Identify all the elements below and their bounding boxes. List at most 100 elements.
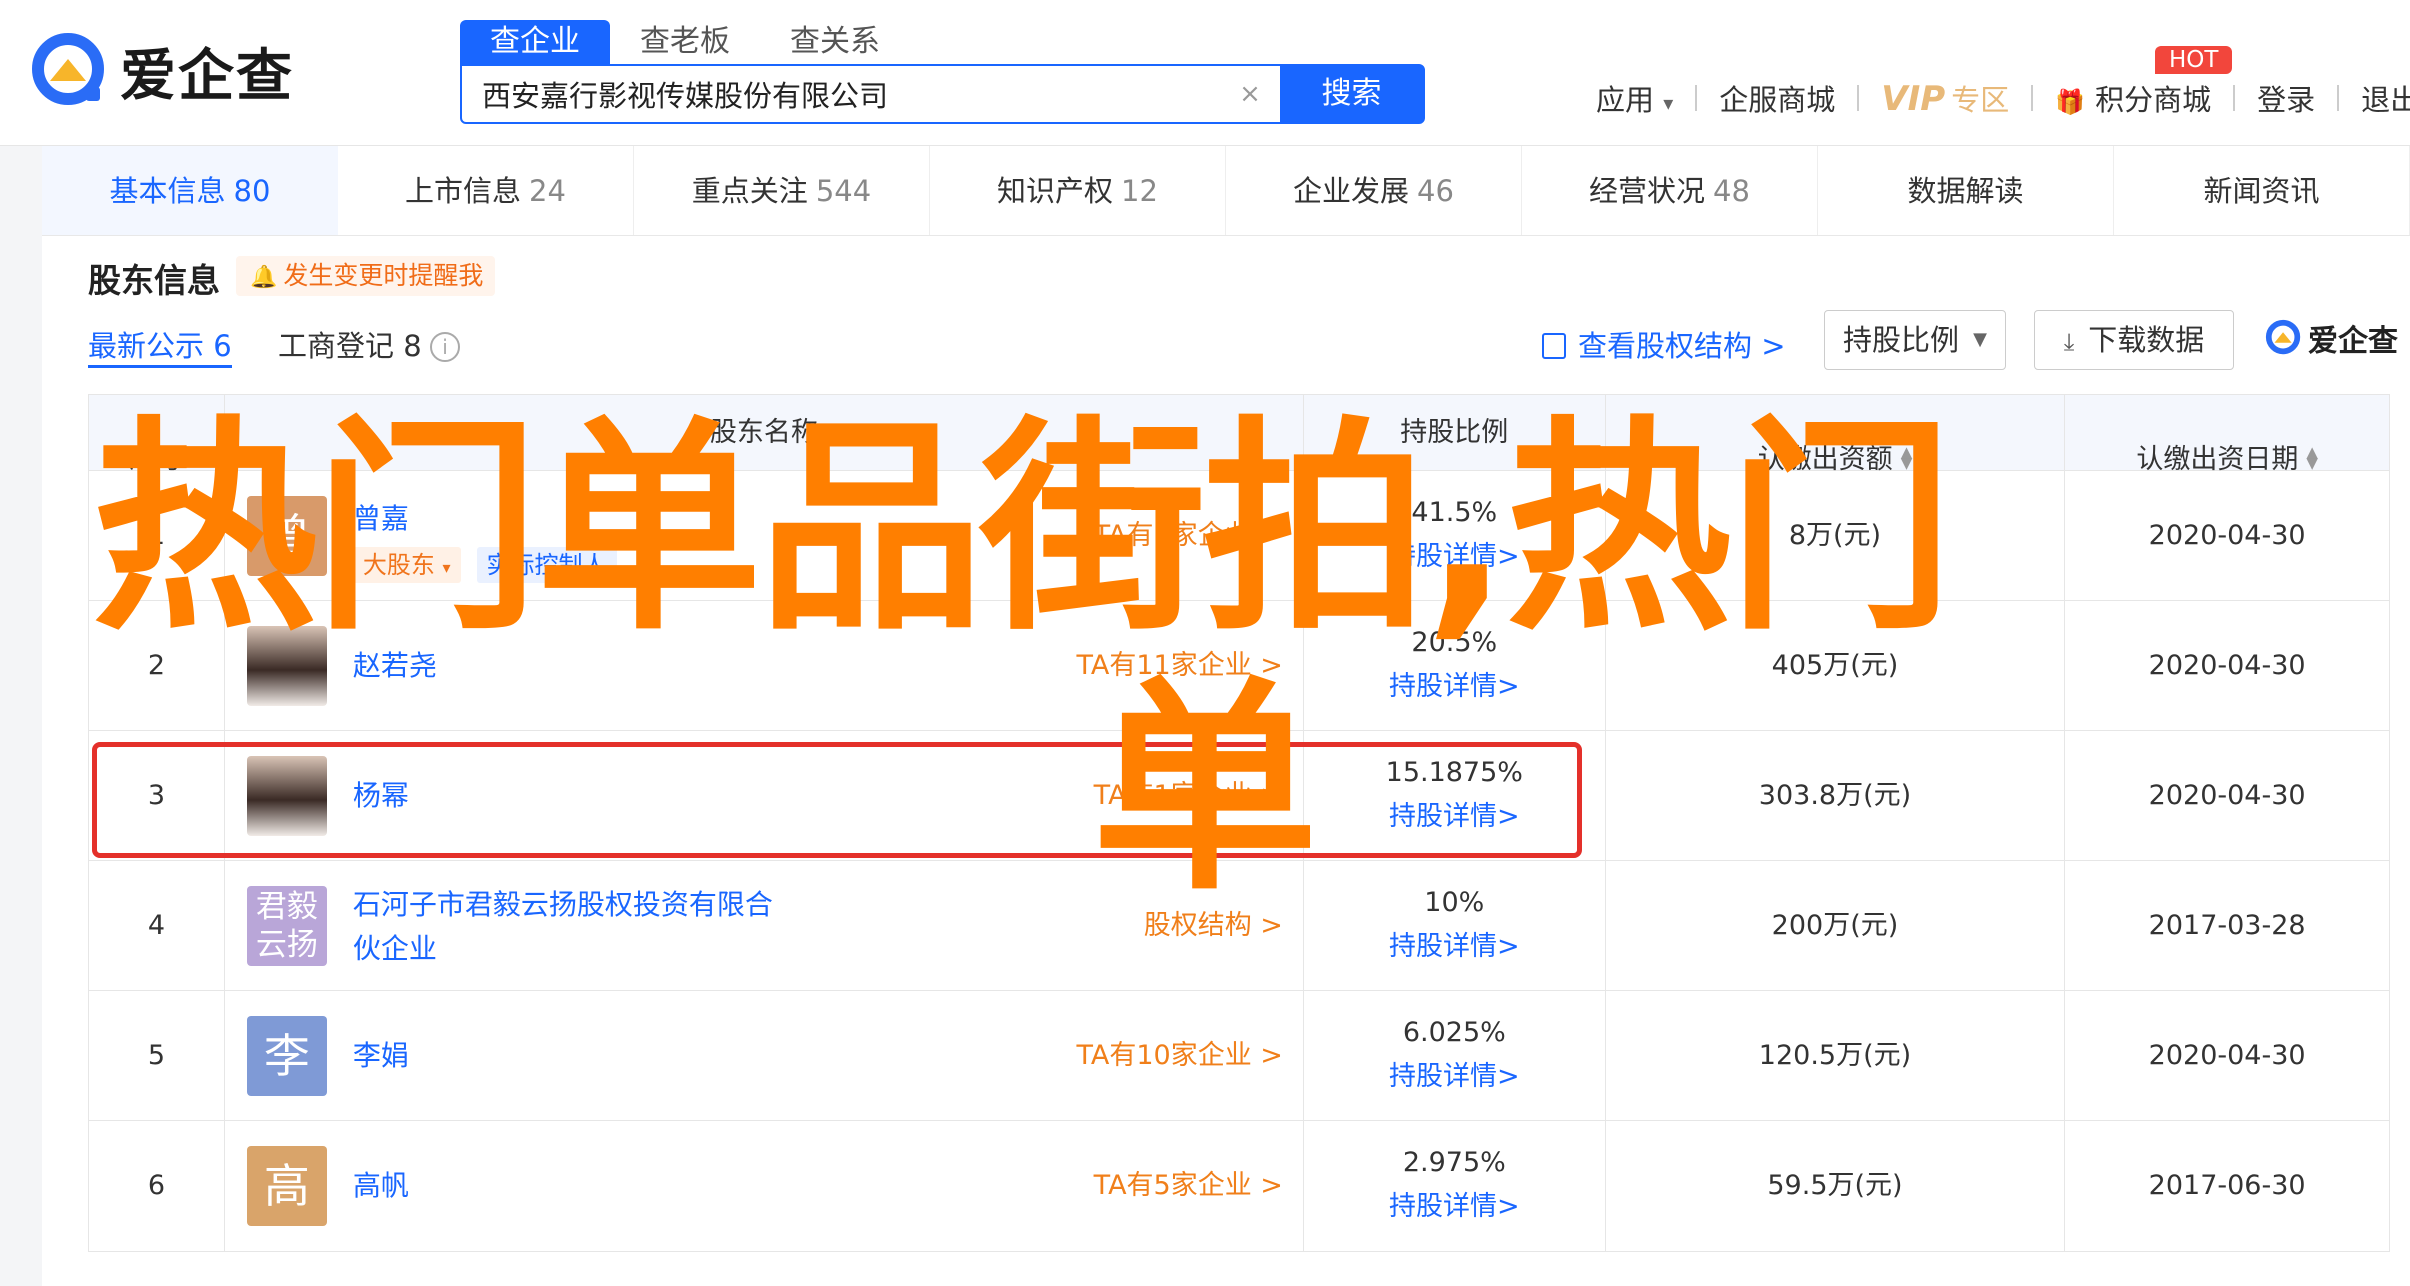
ratio-cell: 2.975% 持股详情> bbox=[1304, 1121, 1606, 1251]
nav-divider bbox=[1695, 85, 1698, 111]
info-icon[interactable]: i bbox=[430, 332, 460, 362]
section-tab-label: 知识产权 bbox=[997, 174, 1114, 208]
date-cell: 2020-04-30 bbox=[2148, 780, 2306, 811]
col-header-capital[interactable]: 认缴出资额 ▲ ▼ bbox=[1606, 395, 2066, 475]
tag-label: 大股东 bbox=[362, 551, 435, 579]
vip-sub-label: 专区 bbox=[1951, 83, 2010, 117]
equity-structure-link[interactable]: 股权结构 > bbox=[1144, 904, 1283, 948]
related-companies-link[interactable]: TA有1家企业 > bbox=[1094, 514, 1283, 558]
shareholder-name-cell: 赵若尧 TA有11家企业 > bbox=[225, 601, 1304, 730]
col-header-no: 序号 bbox=[89, 395, 225, 475]
avatar bbox=[246, 626, 327, 706]
section-tab-data-insight[interactable]: 数据解读 bbox=[1818, 146, 2114, 235]
row-number: 3 bbox=[89, 731, 225, 860]
section-tab-label: 数据解读 bbox=[1907, 174, 2024, 208]
capital-cell: 120.5万(元) bbox=[1606, 991, 2066, 1120]
table-row: 4 君毅云扬 石河子市君毅云扬股权投资有限合伙企业 股权结构 > 10% 持股详… bbox=[89, 861, 2389, 991]
section-tab-label: 重点关注 bbox=[691, 174, 808, 208]
top-nav: 应用 ▾ 企服商城 VIP 专区 🎁 积分商城 登录 退出 bbox=[1596, 76, 2410, 120]
gift-icon: 🎁 bbox=[2055, 88, 2086, 116]
shareholder-name-link[interactable]: 赵若尧 bbox=[353, 644, 437, 688]
row-number: 6 bbox=[89, 1121, 225, 1251]
search-type-tabs: 查企业 查老板 查关系 bbox=[460, 20, 910, 64]
tab-latest-public[interactable]: 最新公示 6 bbox=[88, 324, 232, 368]
chevron-down-icon: ▾ bbox=[1663, 91, 1674, 115]
nav-vip-zone[interactable]: VIP 专区 bbox=[1881, 77, 2009, 119]
shareholder-name-cell: 高 高帆 TA有5家企业 > bbox=[225, 1121, 1304, 1251]
shareholder-name-cell: 李 李娟 TA有10家企业 > bbox=[225, 991, 1304, 1120]
shareholder-name-link[interactable]: 李娟 bbox=[353, 1034, 409, 1078]
section-tab-basic-info[interactable]: 基本信息 80 bbox=[42, 146, 338, 235]
section-tab-news[interactable]: 新闻资讯 bbox=[2114, 146, 2410, 235]
related-companies-link[interactable]: TA有10家企业 > bbox=[1077, 1034, 1283, 1078]
shareholder-name-link[interactable]: 石河子市君毅云扬股权投资有限合伙企业 bbox=[353, 883, 793, 971]
holding-detail-link[interactable]: 持股详情> bbox=[1304, 1187, 1605, 1227]
avatar bbox=[246, 756, 327, 836]
site-logo[interactable]: 爱企查 bbox=[28, 26, 294, 116]
col-header-date[interactable]: 认缴出资日期 ▲ ▼ bbox=[2065, 395, 2389, 475]
table-row: 5 李 李娟 TA有10家企业 > 6.025% 持股详情> 120.5万(元)… bbox=[89, 991, 2389, 1121]
tab-search-company[interactable]: 查企业 bbox=[460, 20, 610, 64]
holding-detail-link[interactable]: 持股详情> bbox=[1304, 667, 1605, 707]
holding-detail-link[interactable]: 持股详情> bbox=[1304, 1057, 1605, 1097]
section-tab-label: 上市信息 bbox=[405, 174, 522, 208]
holding-detail-link[interactable]: 持股详情> bbox=[1304, 537, 1605, 577]
view-equity-structure-link[interactable]: 查看股权结构 > bbox=[1542, 324, 1786, 368]
nav-service-mall[interactable]: 企服商城 bbox=[1719, 77, 1835, 119]
holding-detail-link[interactable]: 持股详情> bbox=[1304, 797, 1605, 837]
section-tab-count: 48 bbox=[1713, 174, 1750, 208]
shareholder-name-link[interactable]: 曾嘉 bbox=[353, 497, 409, 541]
table-header: 序号 股东名称 持股比例 认缴出资额 ▲ ▼ 认缴出资日期 ▲ ▼ bbox=[89, 395, 2389, 475]
major-shareholder-tag[interactable]: 大股东 ▾ bbox=[352, 547, 461, 583]
vip-label: VIP bbox=[1881, 79, 1946, 119]
date-cell: 2020-04-30 bbox=[2148, 520, 2306, 551]
nav-points-mall[interactable]: 🎁 积分商城 bbox=[2055, 77, 2211, 119]
caret-down-icon: ▼ bbox=[1973, 329, 1987, 350]
section-tab-development[interactable]: 企业发展 46 bbox=[1226, 146, 1522, 235]
col-header-ratio: 持股比例 bbox=[1304, 395, 1606, 470]
download-data-button[interactable]: ⤓ 下载数据 bbox=[2034, 310, 2234, 370]
ratio-value: 2.975% bbox=[1402, 1147, 1506, 1178]
nav-login[interactable]: 登录 bbox=[2257, 77, 2315, 119]
shareholder-table: 序号 股东名称 持股比例 认缴出资额 ▲ ▼ 认缴出资日期 ▲ ▼ 1 曾 曾嘉 大股东… bbox=[88, 394, 2390, 1252]
section-tab-count: 544 bbox=[815, 174, 872, 208]
related-companies-link[interactable]: TA有5家企业 > bbox=[1094, 1164, 1283, 1208]
row-number: 5 bbox=[89, 991, 225, 1120]
section-tab-label: 新闻资讯 bbox=[2203, 174, 2320, 208]
section-tab-operations[interactable]: 经营状况 48 bbox=[1522, 146, 1818, 235]
section-tab-listing-info[interactable]: 上市信息 24 bbox=[338, 146, 634, 235]
shareholder-tags: 大股东 ▾ 实际控制人 bbox=[352, 547, 633, 583]
nav-logout[interactable]: 退出 bbox=[2361, 77, 2410, 119]
tab-search-relation[interactable]: 查关系 bbox=[760, 20, 910, 64]
download-icon: ⤓ bbox=[2063, 328, 2075, 356]
ratio-sort-select[interactable]: 持股比例 ▼ bbox=[1824, 310, 2006, 370]
row-number: 2 bbox=[89, 601, 225, 730]
nav-divider bbox=[1857, 85, 1860, 111]
clear-icon[interactable]: × bbox=[1220, 66, 1280, 122]
sort-icon: ▲ ▼ bbox=[2306, 443, 2318, 472]
logo-text: 爱企查 bbox=[120, 43, 294, 109]
related-companies-link[interactable]: TA有1家企业 > bbox=[1094, 774, 1283, 818]
capital-cell: 405万(元) bbox=[1606, 601, 2066, 730]
shareholder-name-link[interactable]: 高帆 bbox=[353, 1164, 409, 1208]
nav-apps[interactable]: 应用 ▾ bbox=[1596, 77, 1673, 119]
section-tab-ip[interactable]: 知识产权 12 bbox=[930, 146, 1226, 235]
ratio-value: 41.5% bbox=[1411, 497, 1498, 528]
search-button[interactable]: 搜索 bbox=[1280, 66, 1423, 122]
shareholder-name-link[interactable]: 杨幂 bbox=[353, 774, 409, 818]
section-tab-count: 80 bbox=[233, 174, 271, 208]
search-input[interactable] bbox=[462, 66, 1220, 122]
section-tab-count: 24 bbox=[529, 174, 566, 208]
holding-detail-link[interactable]: 持股详情> bbox=[1304, 927, 1605, 967]
points-label: 积分商城 bbox=[2095, 83, 2212, 117]
date-cell: 2017-06-30 bbox=[2148, 1170, 2306, 1201]
section-tab-key-focus[interactable]: 重点关注 544 bbox=[634, 146, 930, 235]
related-companies-link[interactable]: TA有11家企业 > bbox=[1077, 644, 1283, 688]
section-tab-label: 企业发展 bbox=[1293, 174, 1410, 208]
col-header-name: 股东名称 bbox=[225, 395, 1304, 470]
tab-search-boss[interactable]: 查老板 bbox=[610, 20, 760, 64]
tab-business-registry[interactable]: 工商登记 8 bbox=[278, 324, 422, 368]
change-remind-button[interactable]: 🔔 发生变更时提醒我 bbox=[236, 256, 496, 296]
avatar: 李 bbox=[246, 1016, 327, 1096]
table-row: 1 曾 曾嘉 大股东 ▾ 实际控制人 TA有1家企业 > 41.5% 持股详情>… bbox=[89, 471, 2389, 601]
